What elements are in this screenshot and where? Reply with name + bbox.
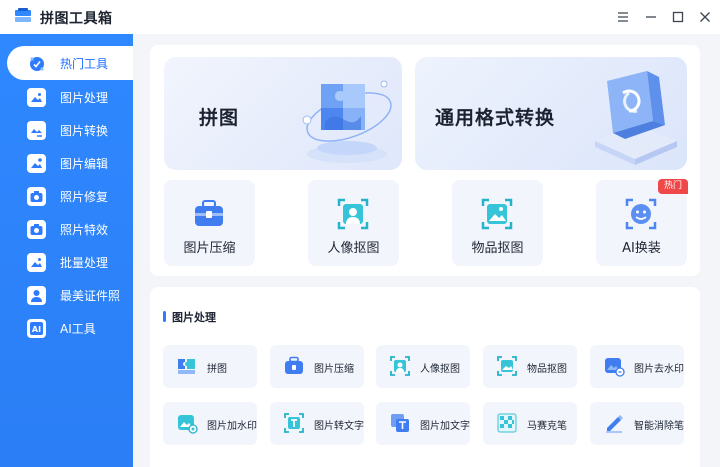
portrait-cutout-icon — [390, 356, 410, 376]
sidebar-item-image-convert[interactable]: 图片转换 — [0, 115, 133, 145]
svg-text:AI: AI — [32, 325, 41, 334]
banner-label: 拼图 — [199, 107, 240, 129]
add-text-icon — [391, 414, 409, 432]
tool-label: 图片压缩 — [183, 241, 236, 256]
tool-label: 马赛克笔 — [527, 421, 567, 432]
image-process-panel: 图片处理 拼图 图片压缩 人像抠图 物品抠图 图片去水印 图片加水印 图片转文字… — [150, 287, 700, 467]
banner-label: 通用格式转换 — [435, 107, 556, 129]
tool-label: 物品抠图 — [527, 364, 567, 375]
app-logo-icon — [15, 8, 31, 22]
app-title: 拼图工具箱 — [40, 11, 113, 27]
sidebar-item-photo-repair[interactable]: 照片修复 — [0, 181, 133, 211]
sidebar-item-label: 图片转换 — [60, 124, 109, 138]
tool-label: 图片加水印 — [207, 421, 257, 432]
tool-portrait-cutout[interactable]: 人像抠图 — [376, 345, 470, 388]
tool-mosaic[interactable]: 马赛克笔 — [483, 402, 577, 445]
hot-tool-portrait-cutout[interactable]: 人像抠图 — [308, 180, 399, 266]
image-to-text-icon — [284, 413, 304, 433]
hot-tools-panel: 拼图 通用格式转换 图片压缩 人像抠图 物品抠图 AI换装 热门 — [150, 45, 700, 276]
remove-watermark-icon — [605, 358, 625, 377]
tool-label: 人像抠图 — [327, 241, 380, 256]
tool-add-watermark[interactable]: 图片加水印 — [163, 402, 257, 445]
image-edit-icon — [27, 154, 46, 173]
image-process-icon — [27, 88, 46, 107]
sidebar-item-image-edit[interactable]: 图片编辑 — [0, 148, 133, 178]
sidebar-item-label: 图片处理 — [60, 91, 109, 105]
sidebar-item-label: 照片特效 — [60, 223, 109, 237]
sidebar-item-hot-tools[interactable]: 热门工具 — [7, 46, 133, 80]
format-convert-illustration — [595, 71, 677, 165]
tool-image-to-text[interactable]: 图片转文字 — [270, 402, 364, 445]
tool-label: 图片去水印 — [634, 364, 684, 375]
tool-add-text[interactable]: 图片加文字 — [376, 402, 470, 445]
tool-smart-eraser[interactable]: 智能消除笔 — [590, 402, 684, 445]
format-convert-banner[interactable]: 通用格式转换 — [415, 57, 687, 170]
id-photo-icon — [27, 286, 46, 305]
sidebar-item-label: 批量处理 — [60, 256, 109, 270]
tool-label: 智能消除笔 — [634, 421, 684, 432]
sidebar-item-ai-tools[interactable]: AI AI工具 — [0, 313, 133, 343]
hot-tool-compress[interactable]: 图片压缩 — [164, 180, 255, 266]
hot-tool-ai-outfit[interactable]: AI换装 热门 — [596, 179, 688, 266]
photo-repair-icon — [27, 187, 46, 206]
menu-icon[interactable] — [614, 8, 632, 26]
puzzle-illustration — [302, 80, 392, 163]
hot-tool-object-cutout[interactable]: 物品抠图 — [452, 180, 543, 266]
sidebar-item-label: 最美证件照 — [60, 289, 121, 303]
tool-label: 拼图 — [207, 364, 227, 375]
tool-label: 图片压缩 — [314, 364, 354, 375]
compress-icon — [195, 200, 223, 226]
mosaic-icon — [497, 413, 517, 433]
portrait-cutout-icon — [337, 198, 369, 230]
sidebar-item-label: 照片修复 — [60, 190, 109, 204]
smart-eraser-icon — [606, 415, 623, 433]
tool-puzzle[interactable]: 拼图 — [163, 345, 257, 388]
maximize-icon[interactable] — [669, 8, 687, 26]
puzzle-icon — [178, 359, 195, 374]
tool-label: 图片转文字 — [314, 421, 364, 432]
object-cutout-icon — [497, 356, 517, 376]
ai-tools-icon: AI — [27, 319, 46, 338]
object-cutout-icon — [481, 198, 513, 230]
fire-tools-icon — [27, 54, 46, 73]
ai-outfit-icon — [625, 198, 657, 230]
sidebar-item-label: 热门工具 — [60, 57, 109, 71]
sidebar: 热门工具 图片处理 图片转换 图片编辑 照片修复 照片特效 批量处理 最美证件照… — [0, 34, 133, 467]
tool-label: 人像抠图 — [420, 364, 460, 375]
sidebar-item-label: AI工具 — [60, 322, 96, 336]
sidebar-item-photo-effects[interactable]: 照片特效 — [0, 214, 133, 244]
compress-icon — [285, 356, 303, 374]
minimize-icon[interactable] — [642, 8, 660, 26]
sidebar-item-batch-process[interactable]: 批量处理 — [0, 247, 133, 277]
photo-effects-icon — [27, 220, 46, 239]
tool-compress[interactable]: 图片压缩 — [270, 345, 364, 388]
sidebar-item-label: 图片编辑 — [60, 157, 109, 171]
sidebar-item-image-process[interactable]: 图片处理 — [0, 82, 133, 112]
image-convert-icon — [27, 121, 46, 140]
tool-remove-watermark[interactable]: 图片去水印 — [590, 345, 684, 388]
tool-label: AI换装 — [622, 241, 661, 256]
title-bar: 拼图工具箱 — [0, 0, 720, 34]
section-title: 图片处理 — [163, 309, 216, 325]
hot-badge: 热门 — [658, 179, 688, 194]
sidebar-item-id-photo[interactable]: 最美证件照 — [0, 280, 133, 310]
batch-process-icon — [27, 253, 46, 272]
tool-label: 物品抠图 — [471, 241, 524, 256]
close-icon[interactable] — [696, 8, 714, 26]
puzzle-banner[interactable]: 拼图 — [164, 57, 402, 170]
tool-label: 图片加文字 — [420, 421, 470, 432]
add-watermark-icon — [178, 415, 198, 434]
tool-object-cutout[interactable]: 物品抠图 — [483, 345, 577, 388]
